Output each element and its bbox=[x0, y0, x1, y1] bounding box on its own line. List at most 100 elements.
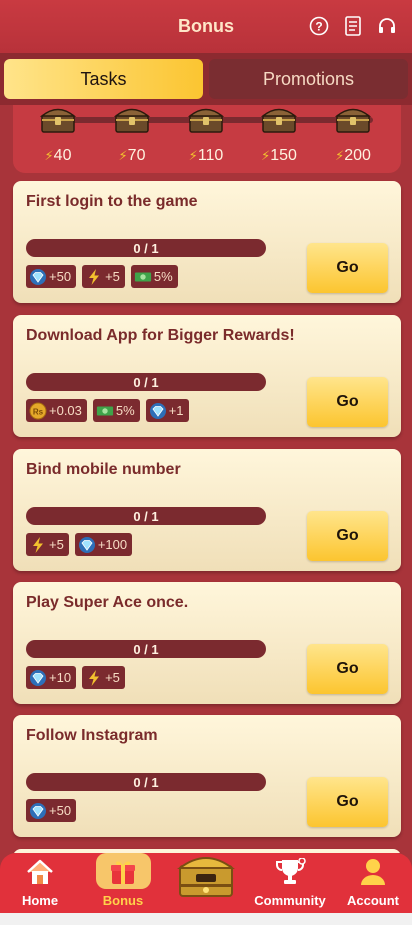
task-rewards: Rs +0.03 5% +1 bbox=[26, 399, 189, 422]
user-icon bbox=[358, 858, 388, 891]
diamond-icon bbox=[78, 536, 96, 554]
task-progress-text: 0 / 1 bbox=[133, 508, 159, 524]
nav-center-chest[interactable] bbox=[166, 853, 246, 913]
chest-threshold-label: ⚡40 bbox=[28, 147, 88, 165]
bolt-icon bbox=[85, 669, 103, 687]
chest-threshold-label: ⚡70 bbox=[102, 147, 162, 165]
go-button[interactable]: Go bbox=[307, 777, 388, 827]
reward-badge: 5% bbox=[92, 399, 140, 422]
reward-amount: +50 bbox=[49, 803, 72, 818]
go-button[interactable]: Go bbox=[307, 377, 388, 427]
reward-amount: +5 bbox=[105, 670, 120, 685]
task-progress-text: 0 / 1 bbox=[133, 240, 159, 256]
diamond-icon bbox=[29, 669, 47, 687]
page-title: Bonus bbox=[178, 16, 234, 36]
headset-icon[interactable] bbox=[376, 15, 398, 37]
nav-community[interactable]: Community bbox=[250, 853, 330, 913]
task-title: Play Super Ace once. bbox=[26, 594, 189, 611]
reward-badge: 5% bbox=[130, 265, 178, 288]
go-button[interactable]: Go bbox=[307, 644, 388, 694]
task-progress-text: 0 / 1 bbox=[133, 774, 159, 790]
svg-text:Rs: Rs bbox=[33, 407, 44, 416]
go-button[interactable]: Go bbox=[307, 243, 388, 293]
reward-badge: +50 bbox=[26, 799, 77, 822]
treasure-chest-icon[interactable] bbox=[334, 105, 372, 133]
reward-badge: +5 bbox=[82, 265, 125, 288]
task-progress-bar: 0 / 1 bbox=[26, 640, 266, 658]
reward-amount: +100 bbox=[97, 537, 128, 552]
task-progress-bar: 0 / 1 bbox=[26, 239, 266, 257]
reward-amount: +10 bbox=[49, 670, 72, 685]
app-header: Bonus ? bbox=[0, 0, 412, 53]
reward-badge: Rs +0.03 bbox=[26, 399, 87, 422]
chest-threshold-value: 150 bbox=[270, 147, 297, 164]
treasure-chest-icon bbox=[174, 848, 238, 905]
task-rewards: +10 +5 bbox=[26, 666, 125, 689]
bolt-icon: ⚡ bbox=[188, 148, 198, 163]
chest-threshold-value: 70 bbox=[127, 147, 146, 164]
nav-bonus-label: Bonus bbox=[102, 893, 144, 908]
help-icon[interactable]: ? bbox=[308, 15, 330, 37]
reward-badge: +5 bbox=[26, 533, 69, 556]
task-progress-bar: 0 / 1 bbox=[26, 507, 266, 525]
reward-amount: +5 bbox=[105, 269, 120, 284]
diamond-icon bbox=[29, 268, 47, 286]
reward-badge: +50 bbox=[26, 265, 77, 288]
task-progress-bar: 0 / 1 bbox=[26, 773, 266, 791]
task-card: Bind mobile number 0 / 1 +5 +100 Go bbox=[13, 449, 401, 571]
nav-home[interactable]: Home bbox=[0, 853, 80, 913]
svg-text:?: ? bbox=[315, 20, 322, 34]
bolt-icon: ⚡ bbox=[335, 148, 345, 163]
reward-amount: 5% bbox=[115, 403, 135, 418]
tab-tasks[interactable]: Tasks bbox=[4, 59, 203, 99]
bolt-icon: ⚡ bbox=[261, 148, 271, 163]
task-progress-text: 0 / 1 bbox=[133, 641, 159, 657]
go-button[interactable]: Go bbox=[307, 511, 388, 561]
cash-icon bbox=[96, 402, 114, 420]
reward-amount: +5 bbox=[49, 537, 64, 552]
system-bar bbox=[0, 913, 412, 925]
coin-icon: Rs bbox=[29, 402, 47, 420]
nav-community-label: Community bbox=[254, 893, 326, 908]
document-icon[interactable] bbox=[342, 15, 364, 37]
chest-progress-bar: ⚡40 ⚡70 ⚡110 ⚡150 ⚡200 bbox=[13, 105, 401, 173]
task-card: Download App for Bigger Rewards! 0 / 1 Rs +… bbox=[13, 315, 401, 437]
task-rewards: +5 +100 bbox=[26, 533, 133, 556]
chest-threshold-value: 40 bbox=[53, 147, 72, 164]
bolt-icon: ⚡ bbox=[118, 148, 128, 163]
bolt-icon bbox=[29, 536, 47, 554]
chest-threshold-label: ⚡110 bbox=[176, 147, 236, 165]
task-title: Download App for Bigger Rewards! bbox=[26, 327, 295, 344]
reward-badge: +100 bbox=[74, 533, 133, 556]
nav-account-label: Account bbox=[347, 893, 399, 908]
task-title: Bind mobile number bbox=[26, 461, 181, 478]
reward-amount: +50 bbox=[49, 269, 72, 284]
reward-badge: +1 bbox=[145, 399, 189, 422]
treasure-chest-icon[interactable] bbox=[187, 105, 225, 133]
bottom-nav: Home Bonus Community Account bbox=[0, 853, 412, 913]
trophy-icon bbox=[274, 857, 306, 891]
tab-bar: Tasks Promotions bbox=[0, 53, 412, 105]
nav-home-label: Home bbox=[21, 893, 59, 908]
task-rewards: +50 bbox=[26, 799, 77, 822]
task-list-scroll[interactable]: ⚡40 ⚡70 ⚡110 ⚡150 ⚡200 First login to the ga… bbox=[0, 105, 412, 853]
treasure-chest-icon[interactable] bbox=[113, 105, 151, 133]
tab-promotions[interactable]: Promotions bbox=[209, 59, 408, 99]
reward-amount: 5% bbox=[153, 269, 173, 284]
bolt-icon bbox=[85, 268, 103, 286]
reward-amount: +0.03 bbox=[49, 403, 82, 418]
cash-icon bbox=[134, 268, 152, 286]
chest-threshold-value: 110 bbox=[197, 147, 224, 164]
nav-account[interactable]: Account bbox=[333, 853, 412, 913]
bolt-icon: ⚡ bbox=[44, 148, 54, 163]
nav-bonus[interactable]: Bonus bbox=[83, 853, 163, 913]
gift-icon bbox=[108, 858, 138, 891]
task-title: Follow Instagram bbox=[26, 727, 158, 744]
task-title: First login to the game bbox=[26, 193, 198, 210]
treasure-chest-icon[interactable] bbox=[260, 105, 298, 133]
reward-badge: +10 bbox=[26, 666, 77, 689]
task-rewards: +50 +5 5% bbox=[26, 265, 178, 288]
diamond-icon bbox=[29, 802, 47, 820]
task-progress-text: 0 / 1 bbox=[133, 374, 159, 390]
treasure-chest-icon[interactable] bbox=[39, 105, 77, 133]
